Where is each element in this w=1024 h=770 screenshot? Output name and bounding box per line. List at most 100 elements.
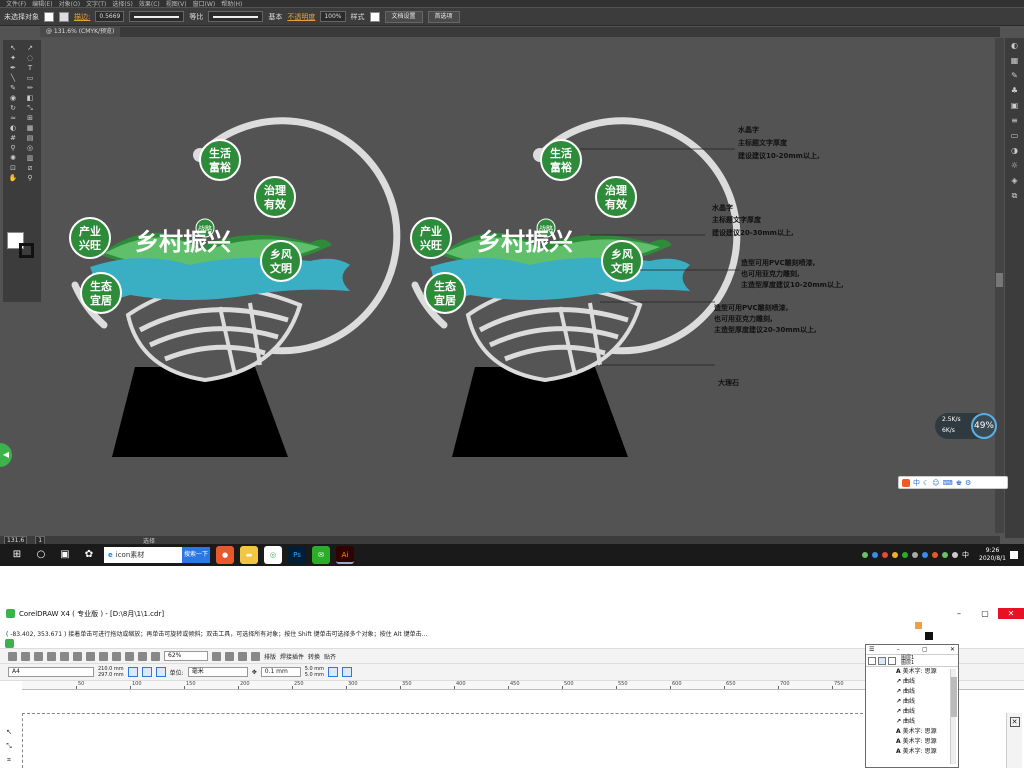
search-button[interactable]: 搜索一下 — [182, 547, 210, 563]
new-icon[interactable] — [8, 651, 17, 661]
taskbar-search-box[interactable]: e icon素材 — [104, 547, 182, 563]
appearance-icon[interactable]: ☼ — [1008, 161, 1021, 170]
notifications-icon[interactable] — [1010, 551, 1018, 559]
page-size-select[interactable]: A4 — [8, 667, 94, 677]
cortana-icon[interactable]: ○ — [34, 548, 48, 562]
docker-close[interactable]: ✕ — [950, 646, 955, 653]
object-list-item[interactable]: A 美术字: 思源 — [896, 727, 958, 737]
chrome-icon[interactable]: ◎ — [264, 546, 282, 564]
print-icon[interactable] — [47, 651, 56, 661]
save-icon[interactable] — [34, 651, 43, 661]
settings-icon[interactable]: ⚙ — [965, 479, 971, 487]
convert-button[interactable]: 转换 — [308, 652, 320, 661]
undo-icon[interactable] — [99, 651, 108, 661]
restore-button[interactable]: ▢ — [972, 608, 998, 619]
weld-plugin-button[interactable]: 焊接插件 — [280, 652, 304, 661]
canvas-vertical-scrollbar[interactable] — [995, 38, 1004, 533]
object-list-item[interactable]: ↗ 曲线 — [896, 677, 958, 687]
cut-icon[interactable] — [60, 651, 69, 661]
punctuation-icon[interactable]: ☾ — [923, 479, 929, 487]
symbols-icon[interactable]: ♣ — [1008, 86, 1021, 95]
graphic-styles-icon[interactable]: ▣ — [1008, 101, 1021, 110]
object-list-item[interactable]: ↗ 曲线 — [896, 717, 958, 727]
file-explorer-icon[interactable]: ▬ — [240, 546, 258, 564]
layout-button[interactable]: 排版 — [264, 652, 276, 661]
layers-icon[interactable]: ◈ — [1008, 176, 1021, 185]
windows-start-icon[interactable]: ⊞ — [10, 548, 24, 562]
paste-icon[interactable] — [86, 651, 95, 661]
object-list-item[interactable]: A 美术字: 思源 — [896, 667, 958, 677]
outline-indicator[interactable] — [925, 632, 933, 640]
language-indicator[interactable]: 中 — [962, 550, 969, 560]
page-height-field[interactable]: 297.0 mm — [98, 672, 124, 678]
wechat-app-icon[interactable]: ✉ — [312, 546, 330, 564]
pick-tool-icon[interactable]: ↖ — [4, 728, 14, 738]
tray-icon-8[interactable] — [932, 552, 939, 558]
zoom-page-icon[interactable] — [251, 651, 260, 661]
browser-app-icon[interactable]: ● — [216, 546, 234, 564]
all-pages-icon[interactable] — [155, 667, 166, 677]
tray-icon-2[interactable] — [872, 552, 879, 558]
app-launcher-icon[interactable] — [151, 651, 160, 661]
copy-icon[interactable] — [73, 651, 82, 661]
pinwheel-app-icon[interactable]: ✿ — [82, 548, 96, 562]
ime-mode[interactable]: 中 — [913, 478, 920, 488]
docker-minimize[interactable]: – — [897, 646, 900, 653]
nudge-distance-field[interactable]: 0.1 mm — [260, 667, 301, 677]
shape-tool-icon[interactable]: ⤡ — [4, 742, 14, 752]
drawing-page[interactable] — [22, 713, 863, 768]
swatches-icon[interactable]: ▦ — [1008, 56, 1021, 65]
show-properties-icon[interactable] — [868, 656, 876, 665]
object-list-item[interactable]: A 美术字: 思源 — [896, 747, 958, 757]
draw-objects-filled-icon[interactable] — [342, 667, 353, 677]
treat-as-filled-icon[interactable] — [328, 667, 339, 677]
no-color-swatch[interactable]: ✕ — [1009, 717, 1020, 727]
gradient-panel-icon[interactable]: ▭ — [1008, 131, 1021, 140]
fill-indicator[interactable] — [915, 622, 922, 629]
zoom-in-icon[interactable] — [212, 651, 221, 661]
taskbar-clock[interactable]: 9:26 2020/8/1 — [979, 547, 1006, 563]
landscape-icon[interactable] — [141, 667, 152, 677]
units-select[interactable]: 毫米 — [187, 667, 248, 677]
open-icon[interactable] — [21, 651, 30, 661]
doc-icon[interactable] — [5, 639, 14, 648]
snap-button[interactable]: 贴齐 — [324, 652, 336, 661]
crop-tool-icon[interactable]: ⌗ — [4, 756, 14, 766]
redo-icon[interactable] — [112, 651, 121, 661]
export-icon[interactable] — [138, 651, 147, 661]
layer-manager-icon[interactable] — [888, 656, 896, 665]
tray-icon-3[interactable] — [882, 552, 889, 558]
photoshop-app-icon[interactable]: Ps — [288, 546, 306, 564]
minimize-button[interactable]: – — [946, 608, 972, 619]
skin-icon[interactable]: ♚ — [956, 479, 962, 487]
docker-maximize[interactable]: ▢ — [922, 646, 928, 653]
zoom-out-icon[interactable] — [225, 651, 234, 661]
portrait-icon[interactable] — [127, 667, 138, 677]
object-list-scrollbar[interactable] — [950, 669, 957, 764]
edit-across-layers-icon[interactable] — [878, 656, 886, 665]
task-view-icon[interactable]: ▣ — [58, 548, 72, 562]
object-list-item[interactable]: A 美术字: 思源 — [896, 737, 958, 747]
zoom-selected-icon[interactable] — [238, 651, 247, 661]
transparency-icon[interactable]: ◑ — [1008, 146, 1021, 155]
tray-icon-5[interactable] — [902, 552, 909, 558]
object-list-item[interactable]: ↗ 曲线 — [896, 707, 958, 717]
tray-icon-1[interactable] — [862, 552, 869, 558]
keyboard-icon[interactable]: ⌨ — [943, 479, 953, 487]
import-icon[interactable] — [125, 651, 134, 661]
tray-icon-6[interactable] — [912, 552, 919, 558]
ime-toolbar[interactable]: 中 ☾ ☺ ⌨ ♚ ⚙ — [898, 476, 1008, 489]
stroke-panel-icon[interactable]: ≡ — [1008, 116, 1021, 125]
tray-icon-9[interactable] — [942, 552, 949, 558]
tray-icon-4[interactable] — [892, 552, 899, 558]
brushes-icon[interactable]: ✎ — [1008, 71, 1021, 80]
volume-icon[interactable] — [952, 552, 959, 558]
object-list-item[interactable]: ↗ 曲线 — [896, 687, 958, 697]
artboards-icon[interactable]: ⧉ — [1008, 191, 1021, 200]
duplicate-y-field[interactable]: 5.0 mm — [305, 672, 324, 678]
tray-icon-7[interactable] — [922, 552, 929, 558]
close-button[interactable]: ✕ — [998, 608, 1024, 619]
zoom-levels-select[interactable]: 62% — [164, 651, 208, 661]
illustrator-app-icon[interactable]: Ai — [336, 546, 354, 564]
object-list-item[interactable]: ↗ 曲线 — [896, 697, 958, 707]
